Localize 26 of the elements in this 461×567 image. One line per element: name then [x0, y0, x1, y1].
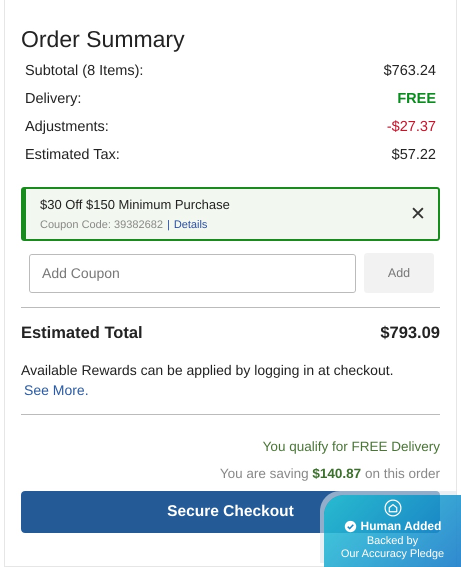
line-label: Estimated Tax:: [25, 146, 120, 165]
coupon-code: Coupon Code: 39382682: [40, 219, 163, 231]
badge-title: Human Added: [360, 519, 442, 533]
house-icon: [384, 499, 402, 517]
close-button[interactable]: ✕: [408, 202, 428, 226]
badge-text: Our Accuracy Pledge: [340, 548, 444, 561]
line-label: Delivery:: [25, 90, 82, 109]
coupon-title: $30 Off $150 Minimum Purchase: [40, 197, 230, 212]
see-more-link[interactable]: See More.: [24, 380, 89, 400]
line-label: Subtotal (8 Items):: [25, 62, 144, 81]
line-label: Adjustments:: [25, 118, 109, 137]
delivery-note: You qualify for FREE Delivery: [262, 439, 440, 454]
savings-note: You are saving $140.87 on this order: [218, 466, 440, 481]
line-value: FREE: [397, 90, 436, 109]
separator: |: [166, 219, 170, 231]
line-value: $763.24: [384, 62, 436, 81]
total-label: Estimated Total: [21, 324, 143, 343]
check-icon: [344, 520, 357, 532]
line-value: -$27.37: [386, 118, 436, 137]
line-value: $57.22: [392, 146, 436, 165]
rewards-text: Available Rewards can be applied by logging in at checkout.: [21, 361, 395, 380]
total-value: $793.09: [380, 324, 440, 343]
pledge-badge[interactable]: Human Added Backed by Our Accuracy Pledge: [324, 495, 461, 567]
details-link[interactable]: Details: [174, 219, 208, 231]
badge-text: Backed by: [366, 535, 418, 548]
summary-title: Order Summary: [21, 26, 186, 53]
